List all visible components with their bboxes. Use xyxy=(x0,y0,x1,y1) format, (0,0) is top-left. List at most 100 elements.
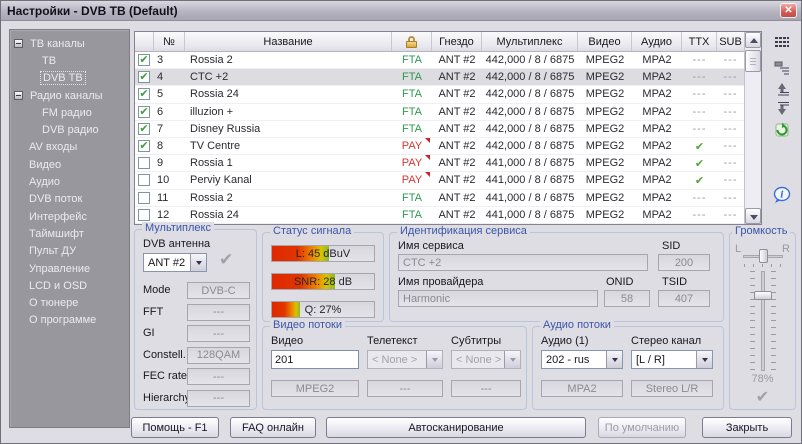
channel-checkbox[interactable]: ✔ xyxy=(138,106,150,118)
faq-button[interactable]: FAQ онлайн xyxy=(230,417,316,438)
channel-checkbox[interactable]: ✔ xyxy=(138,192,150,204)
channel-access: FTA xyxy=(392,190,432,206)
help-button[interactable]: Помощь - F1 xyxy=(131,417,219,438)
channel-checkbox[interactable]: ✔ xyxy=(138,157,150,169)
header-sub[interactable]: SUB xyxy=(717,32,744,51)
channel-list-icon[interactable] xyxy=(771,33,793,53)
move-up-icon[interactable] xyxy=(771,79,793,99)
table-row[interactable]: ✔4CTC +2FTAANT #2442,000 / 8 / 6875MPEG2… xyxy=(135,69,744,86)
channel-audio-codec: MPA2 xyxy=(632,155,682,171)
sidebar-item-dvb-поток[interactable]: DVB поток xyxy=(10,191,129,208)
channel-sub: --- xyxy=(717,190,744,206)
mux-field-label: Constell. xyxy=(143,349,186,361)
info-icon[interactable]: i xyxy=(771,185,793,205)
channel-checkbox-cell: ✔ xyxy=(135,104,154,120)
table-row[interactable]: ✔10Perviy KanalPAYANT #2441,000 / 8 / 68… xyxy=(135,172,744,189)
sidebar-item-управление[interactable]: Управление xyxy=(10,260,129,277)
table-row[interactable]: ✔9Rossia 1PAYANT #2441,000 / 8 / 6875MPE… xyxy=(135,155,744,172)
sidebar-item-label: LCD и OSD xyxy=(27,280,89,292)
video-pid-input[interactable] xyxy=(271,350,359,369)
tree-expand-icon[interactable] xyxy=(14,91,23,100)
audio-select[interactable]: 202 - rus xyxy=(541,350,623,369)
channel-checkbox[interactable]: ✔ xyxy=(138,71,150,83)
channel-socket: ANT #2 xyxy=(432,207,482,223)
volume-slider-thumb[interactable] xyxy=(754,291,772,300)
table-row[interactable]: ✔6illuzion +FTAANT #2442,000 / 8 / 6875M… xyxy=(135,104,744,121)
channel-checkbox[interactable]: ✔ xyxy=(138,88,150,100)
channel-number: 6 xyxy=(154,104,185,120)
sidebar-item-интерфейс[interactable]: Интерфейс xyxy=(10,208,129,225)
autoscan-button[interactable]: Автосканирование xyxy=(326,417,586,438)
teletext-select[interactable]: < None > xyxy=(367,350,443,369)
sidebar-item-таймшифт[interactable]: Таймшифт xyxy=(10,225,129,242)
table-row[interactable]: ✔5Rossia 24FTAANT #2442,000 / 8 / 6875MP… xyxy=(135,86,744,103)
sidebar-item-label: Видео xyxy=(27,159,63,171)
close-button[interactable]: ✕ xyxy=(780,3,797,18)
table-scrollbar[interactable] xyxy=(744,32,761,224)
header-ttx[interactable]: TTX xyxy=(682,32,717,51)
channel-sub: --- xyxy=(717,155,744,171)
refresh-icon[interactable] xyxy=(771,120,793,140)
sidebar-item-о-программе[interactable]: О программе xyxy=(10,312,129,329)
channel-number: 7 xyxy=(154,121,185,137)
sidebar-item-радио-каналы[interactable]: Радио каналы xyxy=(10,87,129,104)
channel-checkbox[interactable]: ✔ xyxy=(138,209,150,221)
remove-channel-icon[interactable] xyxy=(771,57,793,77)
volume-panel: Громкость L R 78% ✔ xyxy=(729,232,796,410)
subtitles-select[interactable]: < None > xyxy=(451,350,521,369)
move-down-icon[interactable] xyxy=(771,99,793,119)
sidebar-item-dvb-радио[interactable]: DVB радио xyxy=(10,121,129,138)
sidebar-item-аудио[interactable]: Аудио xyxy=(10,173,129,190)
header-multiplex[interactable]: Мультиплекс xyxy=(482,32,578,51)
sidebar-item-fm-радио[interactable]: FM радио xyxy=(10,104,129,121)
volume-panel-title: Громкость xyxy=(732,225,790,237)
sidebar-item-о-тюнере[interactable]: О тюнере xyxy=(10,294,129,311)
channel-checkbox[interactable]: ✔ xyxy=(138,123,150,135)
header-number[interactable]: № xyxy=(154,32,185,51)
access-fta-label: FTA xyxy=(402,71,422,83)
header-access[interactable] xyxy=(392,32,432,51)
channel-checkbox[interactable]: ✔ xyxy=(138,54,150,66)
sidebar-item-av-входы[interactable]: AV входы xyxy=(10,139,129,156)
title-bar[interactable]: Настройки - DVB ТВ (Default) ✕ xyxy=(1,1,801,21)
teletext-label: Телетекст xyxy=(367,335,418,347)
close-dialog-button[interactable]: Закрыть xyxy=(702,417,792,438)
sidebar-item-lcd-и-osd[interactable]: LCD и OSD xyxy=(10,277,129,294)
stereo-select[interactable]: [L / R] xyxy=(631,350,713,369)
table-row[interactable]: ✔7Disney RussiaFTAANT #2442,000 / 8 / 68… xyxy=(135,121,744,138)
scroll-thumb[interactable] xyxy=(745,50,761,72)
header-video[interactable]: Видео xyxy=(578,32,632,51)
table-row[interactable]: ✔3Rossia 2FTAANT #2442,000 / 8 / 6875MPE… xyxy=(135,52,744,69)
chevron-down-icon[interactable] xyxy=(606,351,622,368)
header-audio[interactable]: Аудио xyxy=(632,32,682,51)
volume-slider[interactable] xyxy=(761,271,765,371)
channel-checkbox[interactable]: ✔ xyxy=(138,140,150,152)
table-row[interactable]: ✔11Rossia 2FTAANT #2441,000 / 8 / 6875MP… xyxy=(135,190,744,207)
sidebar-item-видео[interactable]: Видео xyxy=(10,156,129,173)
signal-bar-label: Q: 27% xyxy=(272,302,374,317)
balance-slider-thumb[interactable] xyxy=(759,249,768,263)
channel-video-codec: MPEG2 xyxy=(578,138,632,154)
scroll-down-button[interactable] xyxy=(745,208,761,224)
sidebar-item-label: Интерфейс xyxy=(27,211,89,223)
channel-name: Disney Russia xyxy=(185,121,392,137)
channel-name: CTC +2 xyxy=(185,69,392,85)
header-name[interactable]: Название xyxy=(185,32,392,51)
tree-expand-icon[interactable] xyxy=(14,39,23,48)
header-checkbox-column[interactable] xyxy=(135,32,154,51)
table-row[interactable]: ✔8TV CentrePAYANT #2442,000 / 8 / 6875MP… xyxy=(135,138,744,155)
table-row[interactable]: ✔12Rossia 24FTAANT #2441,000 / 8 / 6875M… xyxy=(135,207,744,224)
sidebar-item-пульт-ду[interactable]: Пульт ДУ xyxy=(10,243,129,260)
check-icon: ✔ xyxy=(139,141,148,151)
scroll-up-button[interactable] xyxy=(745,32,761,48)
tsid-field: 407 xyxy=(658,290,710,307)
sidebar-item-тв[interactable]: ТВ xyxy=(10,52,129,69)
antenna-select[interactable]: ANT #2 xyxy=(143,253,207,272)
sidebar-item-тв-каналы[interactable]: ТВ каналы xyxy=(10,35,129,52)
chevron-down-icon[interactable] xyxy=(190,254,206,271)
header-socket[interactable]: Гнездо xyxy=(432,32,482,51)
chevron-down-icon[interactable] xyxy=(696,351,712,368)
channel-checkbox[interactable]: ✔ xyxy=(138,174,150,186)
sidebar-item-dvb-тв[interactable]: DVB ТВ xyxy=(10,70,129,87)
channel-socket: ANT #2 xyxy=(432,172,482,188)
